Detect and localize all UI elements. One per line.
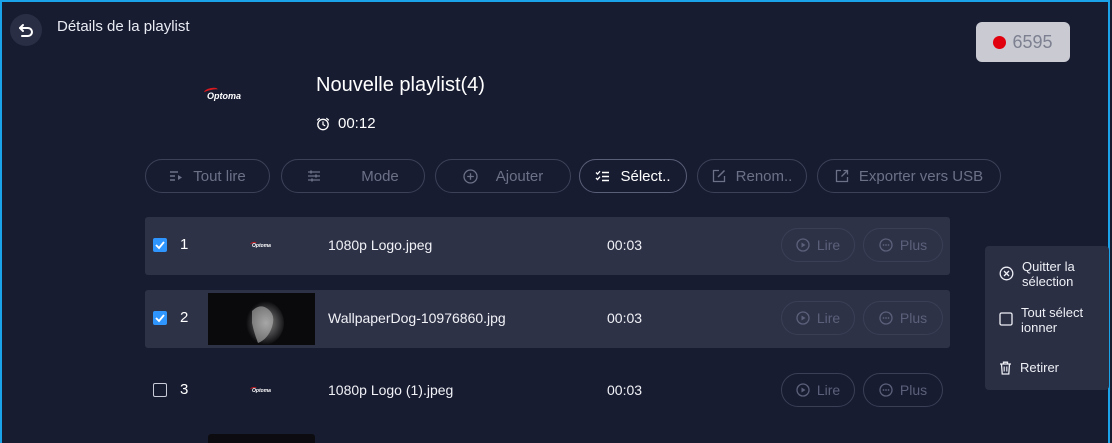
- file-name: 1080p Logo.jpeg: [328, 237, 433, 253]
- badge-count: 6595: [1012, 31, 1053, 52]
- playlist-title: Nouvelle playlist(4): [316, 74, 485, 96]
- optoma-logo: Optoma: [203, 86, 241, 101]
- play-circle-icon: [796, 383, 810, 397]
- quit-line-2: sélection: [1022, 274, 1074, 289]
- play-button[interactable]: Lire: [781, 301, 855, 335]
- sliders-icon: [308, 170, 321, 182]
- checkbox-empty-icon: [999, 312, 1013, 326]
- quit-selection-item[interactable]: Quitter la sélection: [999, 259, 1075, 289]
- play-button[interactable]: Lire: [781, 373, 855, 407]
- play-circle-icon: [796, 238, 810, 252]
- page-title: Détails de la playlist: [57, 18, 190, 35]
- play-circle-icon: [796, 311, 810, 325]
- add-button[interactable]: Ajouter: [435, 159, 571, 193]
- lion-wallpaper-image: [208, 293, 315, 345]
- playlist-duration: 00:12: [316, 115, 376, 132]
- playlist-cover: Optoma: [182, 74, 266, 118]
- row-checkbox[interactable]: [153, 238, 167, 252]
- row-thumbnail-partial: [208, 434, 315, 443]
- plus-circle-icon: [463, 168, 478, 184]
- add-label: Ajouter: [495, 167, 544, 185]
- more-circle-icon: [879, 238, 893, 252]
- more-button[interactable]: Plus: [863, 373, 943, 407]
- select-button[interactable]: Sélect..: [579, 159, 687, 193]
- play-all-label: Tout lire: [193, 167, 246, 185]
- play-label: Lire: [816, 382, 841, 398]
- playlist-row[interactable]: 1 Optoma 1080p Logo.jpeg 00:03 Lire Plus: [145, 217, 950, 275]
- row-index: 1: [180, 236, 189, 253]
- file-name: 1080p Logo (1).jpeg: [328, 382, 454, 398]
- play-all-button[interactable]: Tout lire: [145, 159, 270, 193]
- more-button[interactable]: Plus: [863, 228, 943, 262]
- play-label: Lire: [816, 310, 841, 326]
- quit-line-1: Quitter la: [1022, 259, 1075, 274]
- edit-icon: [712, 169, 725, 183]
- select-all-item[interactable]: Tout sélect ionner: [999, 305, 1083, 335]
- play-list-icon: [170, 171, 183, 181]
- file-duration: 00:03: [607, 310, 643, 326]
- close-circle-icon: [999, 266, 1014, 281]
- play-label: Lire: [816, 237, 841, 253]
- file-duration: 00:03: [607, 237, 643, 253]
- remove-item[interactable]: Retirer: [999, 360, 1059, 375]
- row-index: 2: [180, 309, 189, 326]
- checklist-icon: [596, 170, 610, 181]
- row-thumbnail: Optoma: [208, 220, 315, 272]
- rename-label: Renom..: [735, 167, 793, 185]
- check-icon: [155, 314, 165, 323]
- back-arrow-icon: [19, 24, 33, 37]
- file-duration: 00:03: [607, 382, 643, 398]
- record-badge: 6595: [976, 22, 1070, 62]
- row-thumbnail: Optoma: [208, 365, 315, 417]
- more-label: Plus: [899, 310, 928, 326]
- more-button[interactable]: Plus: [863, 301, 943, 335]
- record-dot-icon: [993, 35, 1007, 49]
- mode-button[interactable]: Mode: [281, 159, 425, 193]
- playlist-row[interactable]: 3 Optoma 1080p Logo (1).jpeg 00:03 Lire …: [145, 362, 950, 420]
- alarm-clock-icon: [316, 117, 330, 130]
- file-name: WallpaperDog-10976860.jpg: [328, 310, 506, 326]
- more-circle-icon: [879, 383, 893, 397]
- row-checkbox[interactable]: [153, 383, 167, 397]
- export-label: Exporter vers USB: [858, 167, 984, 185]
- play-button[interactable]: Lire: [781, 228, 855, 262]
- mode-label: Mode: [361, 167, 399, 185]
- row-thumbnail: [208, 293, 315, 345]
- row-checkbox[interactable]: [153, 311, 167, 325]
- select-label: Sélect..: [620, 167, 671, 185]
- check-icon: [155, 241, 165, 250]
- export-usb-button[interactable]: Exporter vers USB: [817, 159, 1001, 193]
- trash-icon: [1000, 361, 1011, 375]
- playlist-row[interactable]: 2 WallpaperDog-10976860.jpg 00:03 Lire P…: [145, 290, 950, 348]
- more-label: Plus: [899, 237, 928, 253]
- select-all-line-2: ionner: [1021, 320, 1058, 335]
- duration-text: 00:12: [338, 115, 376, 132]
- more-label: Plus: [899, 382, 928, 398]
- back-button[interactable]: [10, 14, 42, 46]
- selection-context-menu: Quitter la sélection Tout sélect ionner Re…: [985, 246, 1109, 390]
- export-icon: [835, 169, 849, 183]
- optoma-logo: Optoma: [249, 386, 271, 394]
- select-all-line-1: Tout sélect: [1021, 305, 1084, 320]
- rename-button[interactable]: Renom..: [697, 159, 807, 193]
- optoma-logo: Optoma: [249, 241, 271, 249]
- remove-label: Retirer: [1020, 360, 1060, 375]
- row-index: 3: [180, 381, 189, 398]
- more-circle-icon: [879, 311, 893, 325]
